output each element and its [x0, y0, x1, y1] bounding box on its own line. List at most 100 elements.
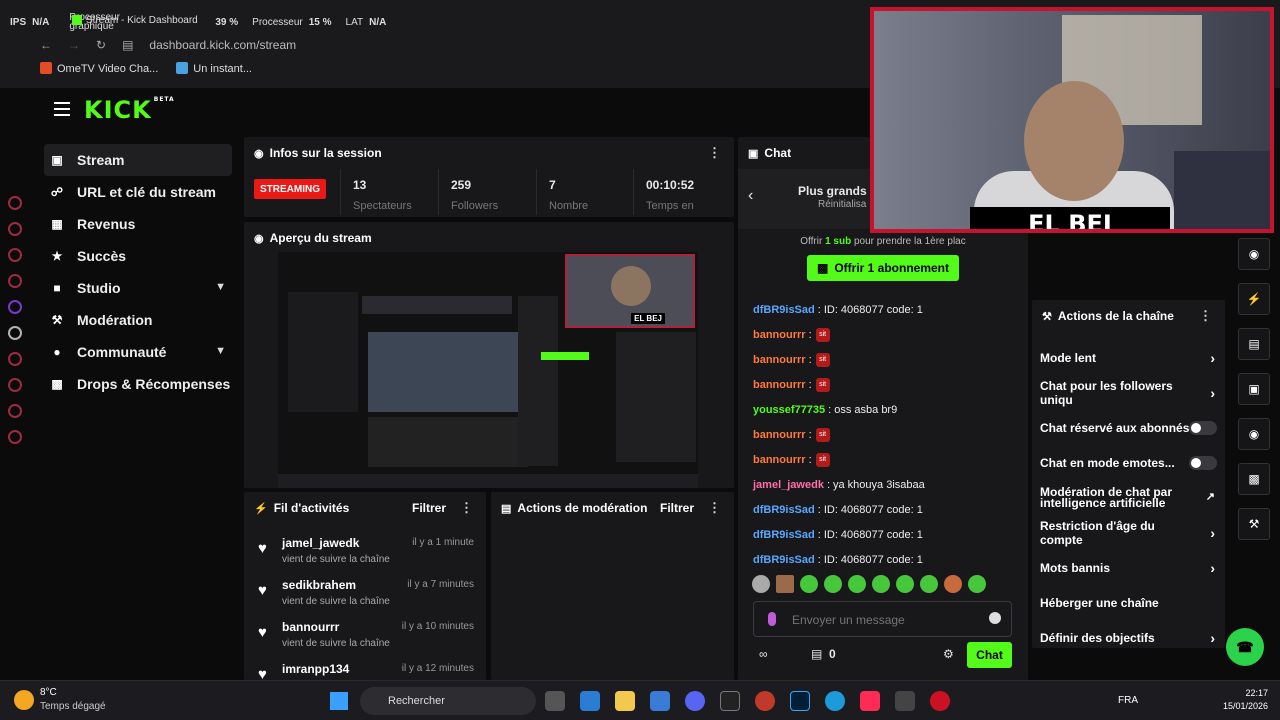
- browser-tab[interactable]: Stream - Kick Dashboard: [72, 10, 242, 30]
- sidebar-item-studio[interactable]: ■ Studio ▼: [44, 272, 232, 304]
- broadcast-tool-button[interactable]: ◉: [1238, 418, 1270, 450]
- edge-icon[interactable]: [825, 691, 845, 711]
- more-icon[interactable]: ⋮: [708, 500, 721, 516]
- sidebar-item-community[interactable]: ● Communauté ▼: [44, 336, 232, 368]
- app-icon[interactable]: [580, 691, 600, 711]
- sidebar-item-revenue[interactable]: ▦ Revenus: [44, 208, 232, 240]
- reload-icon[interactable]: ↻: [96, 38, 106, 52]
- tiktok-icon[interactable]: [860, 691, 880, 711]
- emote-icon[interactable]: [776, 575, 794, 593]
- stream-preview-video[interactable]: EL BEJ: [278, 252, 698, 488]
- chat-username[interactable]: bannourrr: [753, 379, 806, 391]
- emote-icon[interactable]: [824, 575, 842, 593]
- toggle-switch[interactable]: [1189, 420, 1217, 435]
- emote-icon[interactable]: [968, 575, 986, 593]
- more-icon[interactable]: ⋮: [1199, 308, 1212, 324]
- menu-icon[interactable]: [54, 102, 70, 116]
- emote-icon[interactable]: [896, 575, 914, 593]
- toggle-switch[interactable]: [1189, 455, 1217, 470]
- chat-username[interactable]: dfBR9isSad: [753, 504, 815, 516]
- emoji-icon[interactable]: [989, 612, 1001, 624]
- gear-icon[interactable]: ⚙: [943, 647, 954, 661]
- settings-icon[interactable]: [8, 430, 22, 444]
- photoshop-icon[interactable]: [790, 691, 810, 711]
- system-clock[interactable]: 22:17 15/01/2026: [1223, 687, 1268, 713]
- sidebar-app-icon[interactable]: [8, 196, 22, 210]
- channel-action-1[interactable]: Chat pour les followers uniqu ›: [1032, 375, 1225, 410]
- chat-tool-button[interactable]: ▣: [1238, 373, 1270, 405]
- bookmark-ometv[interactable]: OmeTV Video Cha...: [40, 62, 158, 80]
- chat-username[interactable]: bannourrr: [753, 329, 806, 341]
- more-icon[interactable]: ⋮: [708, 145, 721, 161]
- twitch-icon[interactable]: [8, 300, 22, 314]
- more-icon[interactable]: ⋮: [460, 500, 473, 516]
- chevron-left-icon[interactable]: ‹: [748, 187, 753, 205]
- channel-action-4[interactable]: Modération de chat par intelligence arti…: [1032, 480, 1225, 515]
- microphone-icon[interactable]: [768, 612, 776, 626]
- emote-icon[interactable]: [944, 575, 962, 593]
- support-icon[interactable]: ☎: [1226, 628, 1264, 666]
- taskbar-search[interactable]: Rechercher: [360, 687, 536, 715]
- epic-games-icon[interactable]: [720, 691, 740, 711]
- chat-message-input[interactable]: [792, 610, 982, 630]
- lightning-tool-button[interactable]: ⚡: [1238, 283, 1270, 315]
- language-indicator[interactable]: FRA: [1118, 695, 1138, 706]
- gift-pre: Offrir: [800, 236, 823, 247]
- windows-start-icon[interactable]: [330, 692, 348, 710]
- url-field[interactable]: dashboard.kick.com/stream: [149, 38, 296, 52]
- store-icon[interactable]: [650, 691, 670, 711]
- channel-action-0[interactable]: Mode lent ›: [1032, 340, 1225, 375]
- site-info-icon[interactable]: ▤: [122, 38, 133, 52]
- video-tool-button[interactable]: ▩: [1238, 463, 1270, 495]
- kick-logo[interactable]: KICK BETA: [84, 96, 175, 124]
- sidebar-item-drops[interactable]: ▩ Drops & Récompenses: [44, 368, 232, 400]
- extensions-icon[interactable]: [8, 404, 22, 418]
- notes-tool-button[interactable]: ▤: [1238, 328, 1270, 360]
- back-icon[interactable]: ←: [40, 38, 52, 52]
- channel-action-8[interactable]: Définir des objectifs ›: [1032, 620, 1225, 655]
- chat-username[interactable]: youssef77735: [753, 404, 825, 416]
- chat-username[interactable]: dfBR9isSad: [753, 304, 815, 316]
- sidebar-app-icon[interactable]: [8, 352, 22, 366]
- chat-username[interactable]: bannourrr: [753, 354, 806, 366]
- send-chat-button[interactable]: Chat: [967, 642, 1012, 668]
- sidebar-app-icon[interactable]: [8, 248, 22, 262]
- channel-action-7[interactable]: Héberger une chaîne: [1032, 585, 1225, 620]
- file-explorer-icon[interactable]: [615, 691, 635, 711]
- filter-button[interactable]: Filtrer: [660, 501, 694, 515]
- sidebar-item-stream[interactable]: ▣ Stream: [44, 144, 232, 176]
- bookmark-instant[interactable]: Un instant...: [176, 62, 252, 80]
- emote-icon[interactable]: [848, 575, 866, 593]
- app-icon[interactable]: [755, 691, 775, 711]
- x-icon[interactable]: [8, 326, 22, 340]
- chat-username[interactable]: bannourrr: [753, 454, 806, 466]
- opera-icon[interactable]: [930, 691, 950, 711]
- weather-widget[interactable]: 8°C Temps dégagé: [14, 687, 106, 712]
- sidebar-app-icon[interactable]: [8, 274, 22, 288]
- chat-username[interactable]: dfBR9isSad: [753, 554, 815, 566]
- discord-icon[interactable]: [685, 691, 705, 711]
- wrench-tool-button[interactable]: ⚒: [1238, 508, 1270, 540]
- channel-action-5[interactable]: Restriction d'âge du compte ›: [1032, 515, 1225, 550]
- sidebar-item-achievements[interactable]: ★ Succès: [44, 240, 232, 272]
- emote-icon[interactable]: [920, 575, 938, 593]
- forward-icon[interactable]: →: [68, 38, 80, 52]
- channel-action-3[interactable]: Chat en mode emotes...: [1032, 445, 1225, 480]
- history-icon[interactable]: [8, 378, 22, 392]
- sidebar-app-icon[interactable]: [8, 222, 22, 236]
- chat-username[interactable]: jamel_jawedk: [753, 479, 824, 491]
- gift-subscription-button[interactable]: ▩ Offrir 1 abonnement: [807, 255, 959, 281]
- chat-username[interactable]: dfBR9isSad: [753, 529, 815, 541]
- task-view-icon[interactable]: [545, 691, 565, 711]
- chat-username[interactable]: bannourrr: [753, 429, 806, 441]
- sidebar-item-moderation[interactable]: ⚒ Modération: [44, 304, 232, 336]
- emote-icon[interactable]: [872, 575, 890, 593]
- sidebar-item-stream-key[interactable]: ☍ URL et clé du stream: [44, 176, 232, 208]
- channel-action-6[interactable]: Mots bannis ›: [1032, 550, 1225, 585]
- emote-icon[interactable]: [752, 575, 770, 593]
- emote-icon[interactable]: [800, 575, 818, 593]
- channel-action-2[interactable]: Chat réservé aux abonnés: [1032, 410, 1225, 445]
- app-icon[interactable]: [895, 691, 915, 711]
- camera-tool-button[interactable]: ◉: [1238, 238, 1270, 270]
- filter-button[interactable]: Filtrer: [412, 501, 446, 515]
